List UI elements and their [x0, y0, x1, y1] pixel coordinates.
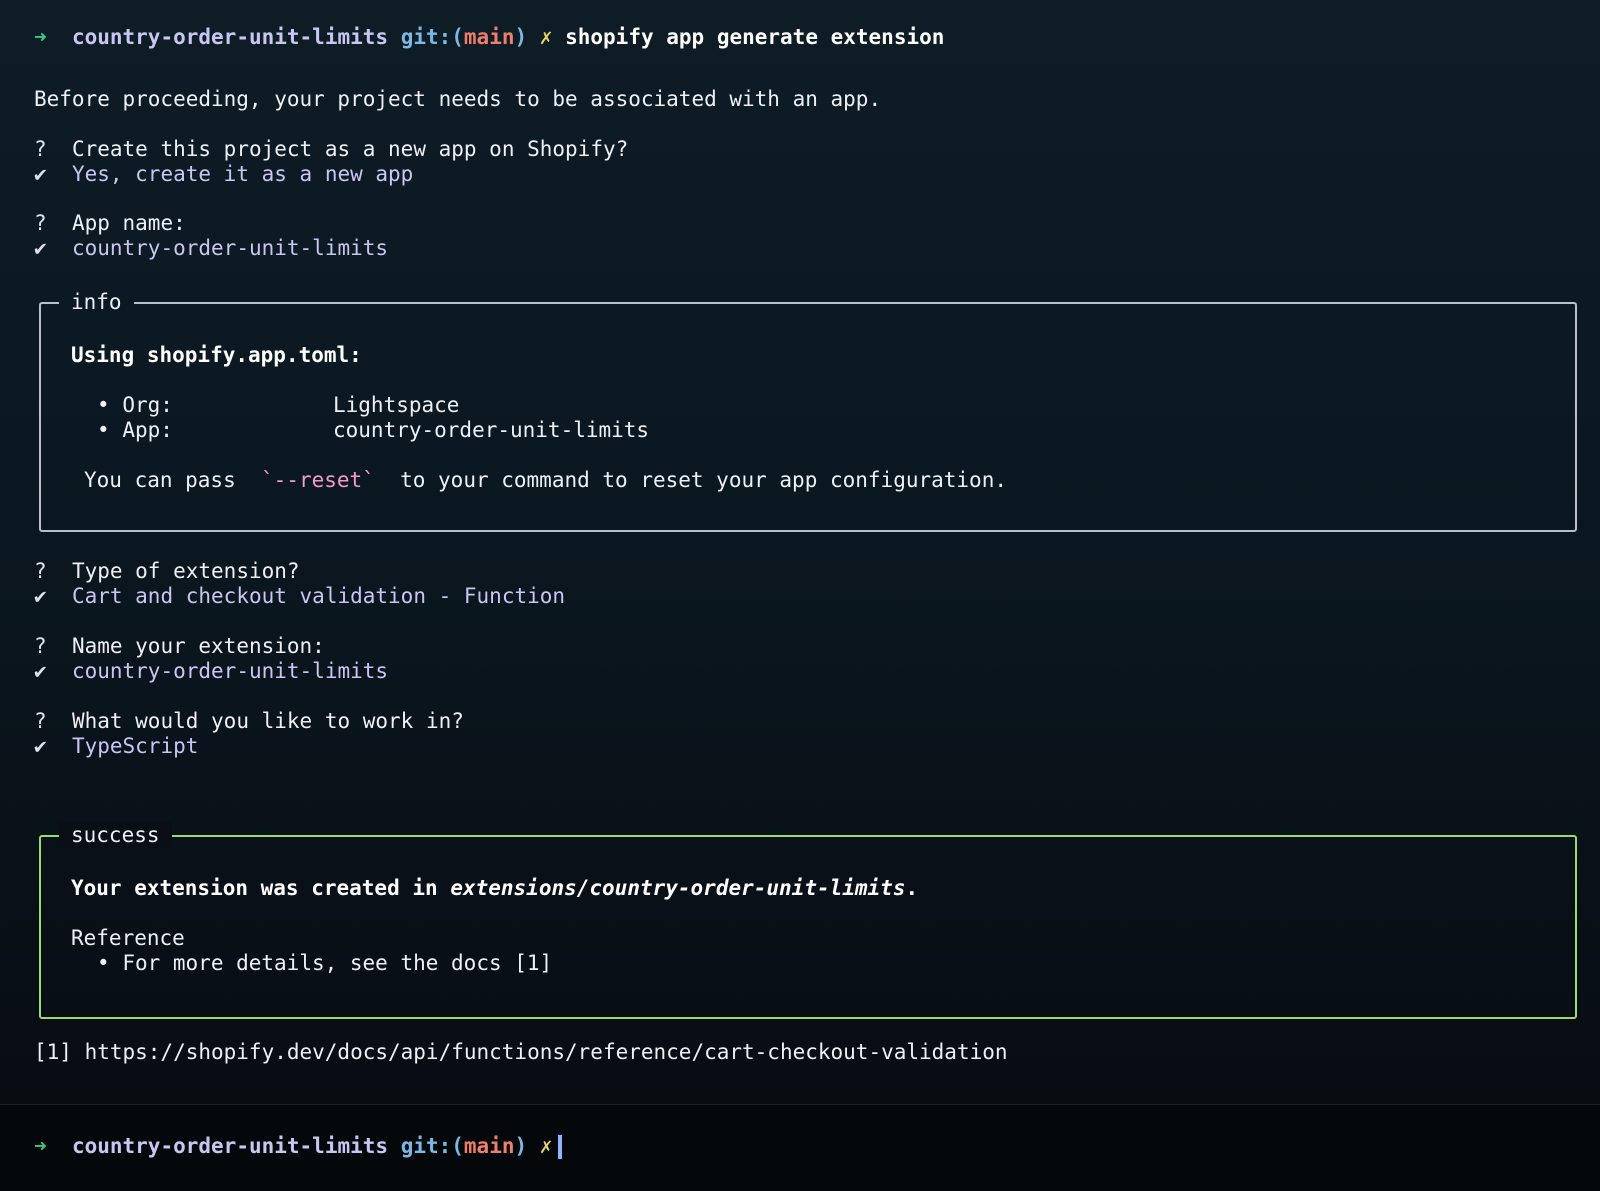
question-mark-icon: ?: [34, 211, 47, 235]
text-cursor[interactable]: [558, 1135, 563, 1159]
answer-line: ✔ Yes, create it as a new app: [34, 161, 413, 187]
reference-link-text: For more details, see the docs [1]: [122, 951, 553, 975]
checkmark-icon: ✔: [34, 236, 47, 260]
success-msg-pre: Your extension was created in: [71, 876, 438, 900]
prompt-branch: main: [463, 25, 515, 49]
answer-line: ✔ country-order-unit-limits: [34, 658, 388, 684]
question-text: App name:: [71, 211, 186, 235]
info-hint: You can pass `--reset` to your command t…: [84, 467, 1007, 493]
prompt-directory: country-order-unit-limits: [71, 25, 389, 49]
prompt-arrow-icon: ➜: [34, 1134, 47, 1158]
bullet-icon: •: [97, 951, 110, 975]
answer-text: Cart and checkout validation - Function: [71, 584, 566, 608]
info-box: info Using shopify.app.toml: • Org: Ligh…: [39, 289, 1577, 532]
terminal-window[interactable]: ➜ country-order-unit-limits git:(main) ✗…: [0, 0, 1600, 1191]
prompt-directory: country-order-unit-limits: [71, 1134, 389, 1158]
answer-text: Yes, create it as a new app: [71, 162, 414, 186]
info-item-key: App:: [122, 418, 173, 442]
question-line: ? Create this project as a new app on Sh…: [34, 136, 628, 162]
checkmark-icon: ✔: [34, 734, 47, 758]
question-text: Type of extension?: [71, 559, 300, 583]
dirty-icon: ✗: [539, 1134, 553, 1158]
answer-text: country-order-unit-limits: [71, 659, 389, 683]
info-item-value: Lightspace: [333, 393, 460, 417]
checkmark-icon: ✔: [34, 584, 47, 608]
hint-pre: You can pass: [84, 468, 236, 492]
command-line: ➜ country-order-unit-limits git:(main) ✗…: [34, 24, 944, 50]
active-prompt-area[interactable]: ➜ country-order-unit-limits git:(main) ✗: [0, 1104, 1600, 1191]
question-text: Create this project as a new app on Shop…: [71, 137, 629, 161]
prompt-arrow-icon: ➜: [34, 25, 47, 49]
info-item-app: • App:: [97, 417, 173, 443]
answer-line: ✔ country-order-unit-limits: [34, 235, 388, 261]
question-line: ? App name:: [34, 210, 186, 236]
question-mark-icon: ?: [34, 634, 47, 658]
question-text: What would you like to work in?: [71, 709, 464, 733]
prompt-git-close: ): [514, 25, 528, 49]
footnote-link[interactable]: [1] https://shopify.dev/docs/api/functio…: [34, 1039, 1008, 1065]
extension-path: extensions/country-order-unit-limits: [450, 876, 906, 900]
prompt-branch: main: [463, 1134, 515, 1158]
answer-text: country-order-unit-limits: [71, 236, 389, 260]
reference-item: • For more details, see the docs [1]: [97, 950, 552, 976]
question-mark-icon: ?: [34, 559, 47, 583]
success-box: success Your extension was created in ex…: [39, 822, 1577, 1019]
question-mark-icon: ?: [34, 709, 47, 733]
question-line: ? Type of extension?: [34, 558, 300, 584]
answer-line: ✔ Cart and checkout validation - Functio…: [34, 583, 565, 609]
intro-text: Before proceeding, your project needs to…: [34, 87, 882, 111]
info-heading: Using shopify.app.toml:: [71, 343, 362, 367]
command-text: shopify app generate extension: [565, 25, 945, 49]
info-box-title: info: [59, 289, 134, 315]
bullet-icon: •: [97, 393, 110, 417]
success-message: Your extension was created in extensions…: [71, 875, 918, 901]
success-msg-post: .: [905, 876, 919, 900]
answer-text: TypeScript: [71, 734, 199, 758]
info-item-org: • Org:: [97, 392, 173, 418]
question-mark-icon: ?: [34, 137, 47, 161]
dirty-icon: ✗: [539, 25, 553, 49]
checkmark-icon: ✔: [34, 659, 47, 683]
answer-line: ✔ TypeScript: [34, 733, 198, 759]
checkmark-icon: ✔: [34, 162, 47, 186]
info-item-value: country-order-unit-limits: [333, 418, 650, 442]
success-box-title: success: [59, 822, 172, 848]
reference-label: Reference: [71, 926, 185, 950]
reset-flag: `--reset`: [261, 468, 375, 492]
question-line: ? Name your extension:: [34, 633, 325, 659]
prompt-git-label: git:(: [400, 1134, 464, 1158]
prompt-git-label: git:(: [400, 25, 464, 49]
prompt-git-close: ): [514, 1134, 528, 1158]
info-item-key: Org:: [122, 393, 173, 417]
final-prompt-line[interactable]: ➜ country-order-unit-limits git:(main) ✗: [34, 1133, 563, 1159]
question-line: ? What would you like to work in?: [34, 708, 464, 734]
bullet-icon: •: [97, 418, 110, 442]
hint-post: to your command to reset your app config…: [400, 468, 1007, 492]
question-text: Name your extension:: [71, 634, 325, 658]
